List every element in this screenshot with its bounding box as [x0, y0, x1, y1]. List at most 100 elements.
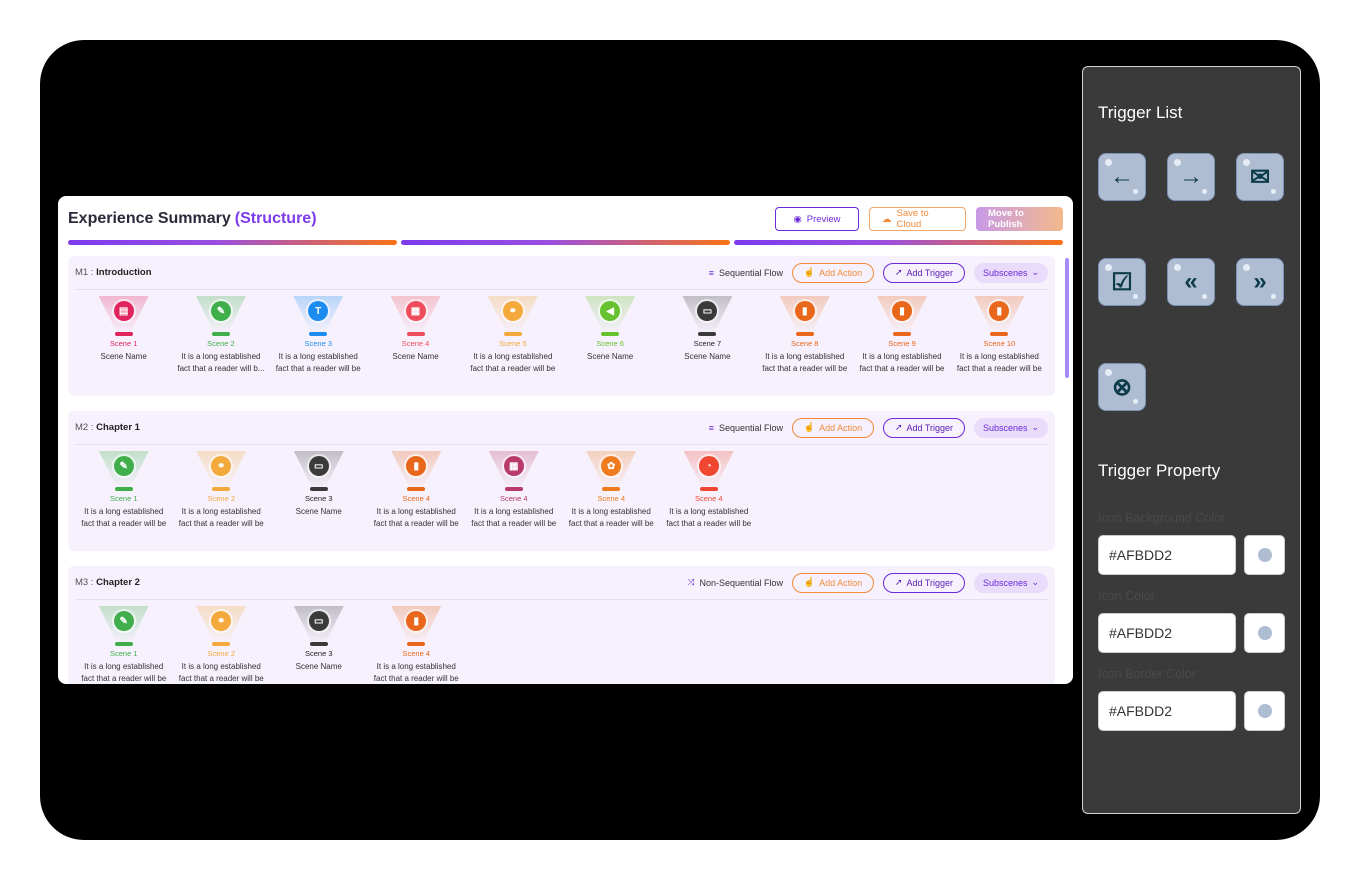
add-trigger-button[interactable]: ➚ Add Trigger: [883, 572, 965, 593]
trigger-list: ← → ✉ ☑ « » ⊗: [1098, 153, 1286, 411]
scene-hologram: ▮: [877, 296, 928, 338]
scene-card[interactable]: ▮ Scene 4 It is a long established fact th…: [368, 606, 466, 684]
vertical-scrollbar[interactable]: [1065, 258, 1069, 378]
trigger-button[interactable]: ⊗: [1098, 363, 1146, 411]
scene-card[interactable]: ▮ Scene 8 It is a long established fact th…: [756, 296, 853, 375]
scene-card[interactable]: ▤ Scene 1 Scene Name: [75, 296, 172, 375]
card-header: Experience Summary (Structure) ◉ Preview …: [68, 206, 1063, 232]
scene-hologram: ▭: [293, 451, 344, 493]
scene-card[interactable]: ✿ Scene 4 It is a long established fact th…: [563, 451, 661, 530]
hologram-base: [309, 332, 328, 336]
scene-hologram: T: [293, 296, 344, 338]
hologram-base: [114, 487, 133, 491]
subscenes-dropdown[interactable]: Subscenes ⌄: [974, 262, 1048, 283]
experience-summary-card: Experience Summary (Structure) ◉ Preview …: [58, 196, 1073, 684]
add-action-button[interactable]: ☝ Add Action: [792, 572, 874, 593]
add-trigger-label: Add Trigger: [906, 577, 954, 588]
bg-color-swatch[interactable]: [1244, 535, 1285, 575]
scene-type-icon: ◔: [698, 456, 719, 476]
scene-description: Scene Name: [684, 352, 731, 361]
hologram-base: [990, 332, 1009, 336]
icon-color-label: Icon Color: [1098, 589, 1155, 603]
scene-card[interactable]: ⚭ Scene 2 It is a long established fact th…: [173, 451, 271, 530]
border-color-input[interactable]: #AFBDD2: [1098, 691, 1236, 731]
scene-description: It is a long established fact that a rea…: [956, 352, 1042, 373]
scene-description: It is a long established fact that a rea…: [373, 507, 459, 528]
module-section: M3 : Chapter 2 ⤨ Non-Sequential Flow ☝ Add A…: [68, 566, 1055, 684]
scene-card[interactable]: ◀ Scene 6 Scene Name: [561, 296, 658, 375]
module-name: Chapter 1: [96, 422, 140, 433]
scene-label: Scene 4: [499, 494, 528, 503]
add-action-button[interactable]: ☝ Add Action: [792, 417, 874, 438]
scene-label: Scene 5: [499, 339, 527, 348]
icon-color-swatch[interactable]: [1244, 613, 1285, 653]
scene-type-icon: ▦: [405, 301, 426, 321]
scene-description: It is a long established fact that a rea…: [762, 352, 848, 373]
hologram-base: [212, 487, 231, 491]
scene-card[interactable]: ▦ Scene 4 It is a long established fact th…: [465, 451, 563, 530]
bubble-decoration: [1271, 294, 1276, 299]
scene-card[interactable]: ⚭ Scene 2 It is a long established fact th…: [173, 606, 271, 684]
add-action-button[interactable]: ☝ Add Action: [792, 262, 874, 283]
scene-card[interactable]: ▦ Scene 4 Scene Name: [367, 296, 464, 375]
scene-type-icon: ▮: [794, 301, 815, 321]
subscenes-dropdown[interactable]: Subscenes ⌄: [974, 417, 1048, 438]
hologram-base: [699, 487, 718, 491]
scene-card[interactable]: ✎ Scene 1 It is a long established fact th…: [75, 451, 173, 530]
cursor-click-icon: ➚: [894, 422, 903, 432]
scene-card[interactable]: ▭ Scene 3 Scene Name: [270, 451, 368, 530]
bg-color-label: Icon Background Color: [1098, 511, 1226, 525]
color-dot: [1257, 548, 1272, 562]
scene-card[interactable]: ◔ Scene 4 It is a long established fact th…: [660, 451, 758, 530]
scene-description: It is a long established fact that a rea…: [471, 507, 557, 528]
subscenes-label: Subscenes: [982, 422, 1028, 433]
trigger-button[interactable]: ✉: [1236, 153, 1284, 201]
scene-label: Scene 1: [109, 649, 138, 658]
scene-card[interactable]: ▭ Scene 7 Scene Name: [659, 296, 756, 375]
scene-hologram: ✎: [98, 451, 149, 493]
progress-segment: [68, 240, 397, 245]
module-header: M3 : Chapter 2 ⤨ Non-Sequential Flow ☝ Add A…: [75, 566, 1048, 600]
border-color-swatch[interactable]: [1244, 691, 1285, 731]
trigger-button[interactable]: ←: [1098, 153, 1146, 201]
scene-card[interactable]: ▮ Scene 9 It is a long established fact th…: [853, 296, 950, 375]
module-actions: ≡ Sequential Flow ☝ Add Action ➚ Add Trigger S…: [709, 262, 1048, 283]
scene-card[interactable]: ▮ Scene 4 It is a long established fact th…: [368, 451, 466, 530]
scene-card[interactable]: ⚭ Scene 5 It is a long established fact th…: [464, 296, 561, 375]
icon-color-input[interactable]: #AFBDD2: [1098, 613, 1236, 653]
scene-type-icon: ✎: [210, 301, 231, 321]
trigger-panel: Trigger List ← → ✉ ☑ « » ⊗ Trigger Property Ic…: [1082, 66, 1301, 814]
hologram-base: [503, 332, 522, 336]
scene-hologram: ▭: [682, 296, 733, 338]
hologram-base: [406, 332, 425, 336]
scene-card[interactable]: T Scene 3 It is a long established fact th…: [270, 296, 367, 375]
scene-card[interactable]: ▮ Scene 10 It is a long established fact t…: [951, 296, 1048, 375]
subscenes-dropdown[interactable]: Subscenes ⌄: [974, 572, 1048, 593]
trigger-button[interactable]: «: [1167, 258, 1215, 306]
scene-card[interactable]: ✎ Scene 1 It is a long established fact th…: [75, 606, 173, 684]
trigger-button[interactable]: ☑: [1098, 258, 1146, 306]
trigger-button[interactable]: →: [1167, 153, 1215, 201]
scene-hologram: ▮: [391, 606, 442, 648]
hologram-base: [601, 332, 620, 336]
module-label: M1 : Introduction: [75, 267, 152, 278]
move-to-publish-button[interactable]: Move to Publish: [976, 207, 1063, 231]
module-prefix: M3 :: [75, 577, 97, 588]
scene-hologram: ✎: [98, 606, 149, 648]
scene-card[interactable]: ✎ Scene 2 It is a long established fact th…: [172, 296, 269, 375]
save-to-cloud-button[interactable]: ☁ Save to Cloud: [869, 207, 966, 231]
bg-color-input[interactable]: #AFBDD2: [1098, 535, 1236, 575]
scene-type-icon: ◀: [600, 301, 621, 321]
scene-card[interactable]: ▭ Scene 3 Scene Name: [270, 606, 368, 684]
add-trigger-button[interactable]: ➚ Add Trigger: [883, 262, 965, 283]
trigger-button[interactable]: »: [1236, 258, 1284, 306]
scene-description: It is a long established fact that a rea…: [275, 352, 361, 373]
hologram-base: [309, 642, 328, 646]
subscenes-label: Subscenes: [982, 577, 1028, 588]
add-trigger-button[interactable]: ➚ Add Trigger: [883, 417, 965, 438]
add-action-label: Add Action: [819, 422, 863, 433]
scene-type-icon: ▭: [308, 456, 329, 476]
hologram-base: [698, 332, 717, 336]
scene-type-icon: ✎: [113, 611, 134, 631]
preview-button[interactable]: ◉ Preview: [775, 207, 859, 231]
